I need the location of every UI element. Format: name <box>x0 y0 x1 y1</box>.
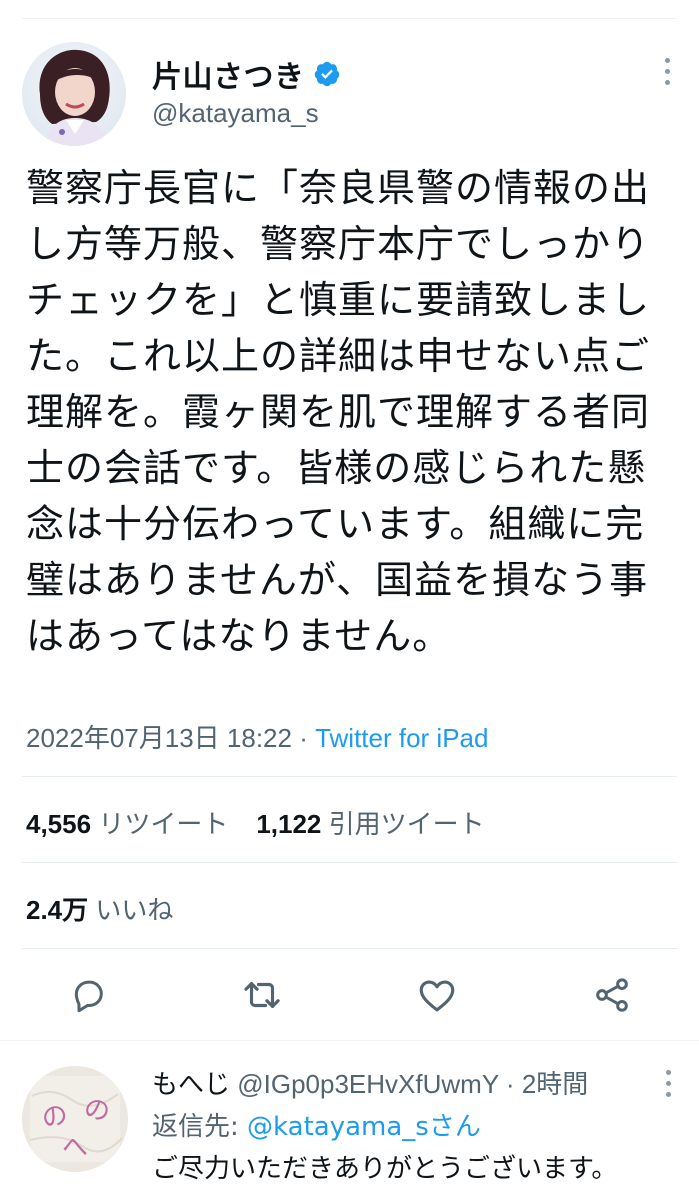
likes-label: いいね <box>95 895 174 925</box>
tweet-actions <box>0 965 699 1025</box>
retweet-stats: 4,556 リツイート 1,122 引用ツイート <box>26 804 485 841</box>
more-options-icon[interactable] <box>663 58 671 85</box>
reply-to-line: 返信先: @katayama_sさん <box>152 1106 481 1143</box>
quotes-label: 引用ツイート <box>328 809 485 839</box>
tweet-meta: 2022年07月13日 18:22 · Twitter for iPad <box>26 718 488 755</box>
reply-header: もへじ @IGp0p3EHvXfUwmY · 2時間 <box>152 1064 588 1101</box>
meta-separator: · <box>291 723 316 753</box>
reply-avatar[interactable]: の の へ <box>22 1066 128 1172</box>
tweet-text: 警察庁長官に「奈良県警の情報の出し方等万般、警察庁本庁でしっかりチェックを」と慎… <box>26 166 651 658</box>
quotes-stat[interactable]: 1,122 引用ツイート <box>256 809 484 839</box>
top-divider <box>22 18 677 19</box>
likes-stats[interactable]: 2.4万 いいね <box>26 890 173 927</box>
quotes-count: 1,122 <box>256 809 322 839</box>
reply-icon[interactable] <box>58 965 118 1025</box>
reply-to-prefix: 返信先: <box>152 1112 248 1142</box>
divider <box>22 862 677 863</box>
reply-to-suffix: さん <box>428 1112 481 1142</box>
likes-count: 2.4万 <box>26 895 89 925</box>
reply-display-name[interactable]: もへじ <box>152 1070 230 1100</box>
like-icon[interactable] <box>407 965 467 1025</box>
retweets-stat[interactable]: 4,556 リツイート <box>26 809 228 839</box>
retweets-label: リツイート <box>98 809 229 839</box>
retweets-count: 4,556 <box>26 809 92 839</box>
retweet-icon[interactable] <box>232 965 292 1025</box>
author-avatar[interactable] <box>22 42 126 146</box>
divider <box>0 1040 699 1041</box>
divider <box>22 776 677 777</box>
tweet-source-link[interactable]: Twitter for iPad <box>315 723 488 753</box>
author-handle[interactable]: @katayama_s <box>152 98 319 129</box>
reply-handle[interactable]: @IGp0p3EHvXfUwmY <box>237 1069 498 1099</box>
reply-separator: · <box>498 1069 522 1099</box>
share-icon[interactable] <box>582 965 642 1025</box>
svg-text:へ: へ <box>62 1133 88 1163</box>
divider <box>22 948 677 949</box>
verified-badge-icon <box>313 60 341 88</box>
reply-text: ご尽力いただきありがとうございます。 <box>152 1154 618 1184</box>
reply-more-options-icon[interactable] <box>666 1070 671 1097</box>
author-display-name[interactable]: 片山さつき <box>152 52 305 96</box>
tweet-timestamp[interactable]: 2022年07月13日 18:22 <box>26 723 292 753</box>
reply-time[interactable]: 2時間 <box>522 1069 588 1099</box>
reply-to-mention[interactable]: @katayama_s <box>247 1112 429 1142</box>
author-name-row: 片山さつき <box>152 52 341 96</box>
